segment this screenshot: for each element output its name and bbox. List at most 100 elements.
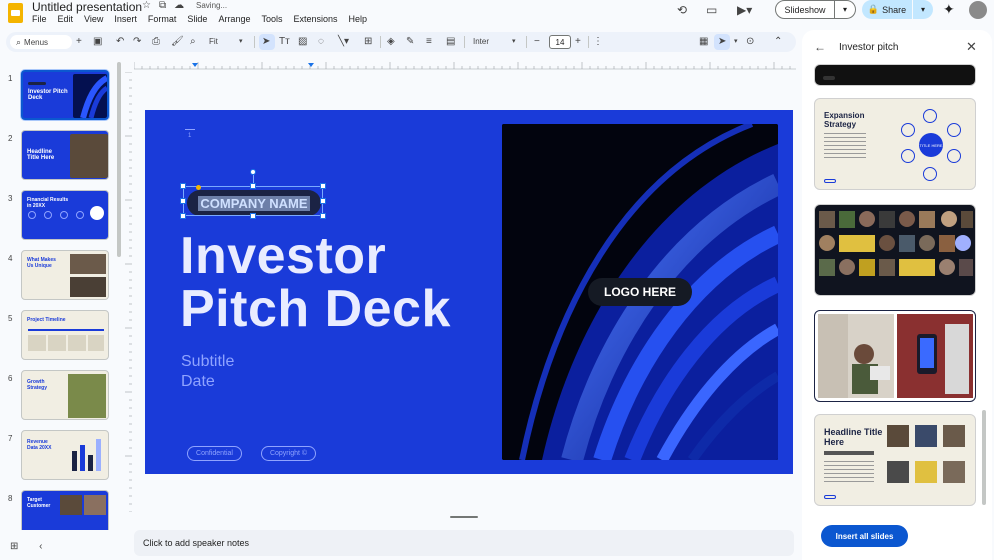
paint-format-icon[interactable]: 🖌 xyxy=(171,35,184,49)
more-options-icon[interactable]: ⋮ xyxy=(593,35,603,49)
redo-icon[interactable]: ↷ xyxy=(133,35,141,49)
filmstrip-slide-5[interactable]: 5 Project Timeline xyxy=(0,310,124,370)
star-icon[interactable]: ☆ xyxy=(142,0,151,11)
layout-icon[interactable]: ▣ xyxy=(93,35,102,49)
filmstrip-slide-4[interactable]: 4 What Makes Us Unique xyxy=(0,250,124,310)
share-button[interactable]: 🔒 Share xyxy=(862,0,912,19)
back-arrow-icon[interactable]: ← xyxy=(814,40,826,54)
resize-handle[interactable] xyxy=(320,183,326,189)
slide-thumbnail[interactable]: What Makes Us Unique xyxy=(21,250,109,300)
collapse-up-icon[interactable]: ⌃ xyxy=(774,35,782,49)
filmstrip-slide-3[interactable]: 3 Financial Results in 20XX xyxy=(0,190,124,250)
history-icon[interactable]: ⟲ xyxy=(677,3,687,17)
side-panel-scrollbar[interactable] xyxy=(982,410,986,505)
insert-all-slides-button[interactable]: Insert all slides xyxy=(821,525,908,547)
filmstrip-slide-1[interactable]: 1 Investor Pitch Deck xyxy=(0,70,124,130)
increase-font-icon[interactable]: + xyxy=(575,35,581,49)
menu-insert[interactable]: Insert xyxy=(114,14,137,24)
zoom-select[interactable]: Fit xyxy=(209,37,218,46)
shape-icon[interactable]: ◌ xyxy=(318,35,324,49)
filmstrip-slide-6[interactable]: 6 Growth Strategy xyxy=(0,370,124,430)
template-card-photo-grid[interactable] xyxy=(814,204,976,296)
vertical-ruler[interactable] xyxy=(123,72,133,512)
image-icon[interactable]: ▨ xyxy=(298,35,307,49)
background-image-icon[interactable]: ▦ xyxy=(699,35,708,49)
border-dash-icon[interactable]: ▤ xyxy=(446,35,455,49)
resize-handle[interactable] xyxy=(180,183,186,189)
decrease-font-icon[interactable]: − xyxy=(534,35,540,49)
comment-add-icon[interactable]: ⊞ xyxy=(364,35,372,49)
menu-view[interactable]: View xyxy=(84,14,103,24)
slideshow-button[interactable]: Slideshow xyxy=(775,0,835,19)
slideshow-dropdown-button[interactable]: ▾ xyxy=(835,0,856,19)
font-size-input[interactable]: 14 xyxy=(549,35,571,49)
meet-video-icon[interactable]: ▶▾ xyxy=(737,3,752,17)
menu-arrange[interactable]: Arrange xyxy=(218,14,250,24)
close-icon[interactable]: ✕ xyxy=(966,39,977,55)
chevron-down-icon[interactable]: ▾ xyxy=(239,35,243,49)
resize-handle[interactable] xyxy=(320,213,326,219)
horizontal-ruler[interactable] xyxy=(134,60,796,70)
resize-handle[interactable] xyxy=(250,213,256,219)
resize-handle[interactable] xyxy=(320,198,326,204)
adjust-handle[interactable] xyxy=(196,185,201,190)
template-card-photo-pair[interactable] xyxy=(814,310,976,402)
move-folder-icon[interactable]: ⧉ xyxy=(159,0,166,11)
fill-color-icon[interactable]: ◈ xyxy=(387,35,395,49)
filmstrip-slide-2[interactable]: 2 Headline Title Here xyxy=(0,130,124,190)
add-slide-icon[interactable]: + xyxy=(76,35,82,49)
slide-thumbnail[interactable]: Growth Strategy xyxy=(21,370,109,420)
slide-canvas[interactable]: 1 COMPANY NAME Investor Pitch Deck Subti… xyxy=(145,110,793,474)
motion-icon[interactable]: ⊙ xyxy=(746,35,754,49)
template-card-partial[interactable] xyxy=(814,64,976,86)
hero-abstract-image[interactable]: LOGO HERE xyxy=(502,124,778,460)
slide-thumbnail[interactable]: Financial Results in 20XX xyxy=(21,190,109,240)
collapse-filmstrip-icon[interactable]: ‹ xyxy=(39,541,42,552)
slide-thumbnail[interactable]: Investor Pitch Deck xyxy=(21,70,109,120)
slide-thumbnail[interactable]: Headline Title Here xyxy=(21,130,109,180)
text-box-icon[interactable]: Tт xyxy=(279,35,290,49)
menu-file[interactable]: File xyxy=(32,14,47,24)
zoom-icon[interactable]: ⌕ xyxy=(190,35,196,49)
copyright-pill[interactable]: Copyright © xyxy=(261,446,316,461)
chevron-down-icon[interactable]: ▾ xyxy=(512,35,516,49)
menu-tools[interactable]: Tools xyxy=(261,14,282,24)
resize-handle[interactable] xyxy=(180,198,186,204)
template-card-expansion[interactable]: Expansion Strategy TITLE HERE xyxy=(814,98,976,190)
menu-extensions[interactable]: Extensions xyxy=(293,14,337,24)
menu-format[interactable]: Format xyxy=(148,14,177,24)
document-title[interactable]: Untitled presentation xyxy=(32,0,142,14)
avatar[interactable] xyxy=(969,1,987,19)
line-icon[interactable]: ╲▾ xyxy=(338,35,349,49)
border-weight-icon[interactable]: ≡ xyxy=(426,35,432,49)
undo-icon[interactable]: ↶ xyxy=(116,35,124,49)
slide-subtitle[interactable]: Subtitle Date xyxy=(181,352,234,392)
filmstrip-slide-8[interactable]: 8 Target Customer xyxy=(0,490,124,530)
border-color-icon[interactable]: ✎ xyxy=(406,35,414,49)
select-cursor-icon[interactable]: ➤ xyxy=(262,35,270,49)
slide-thumbnail[interactable]: Project Timeline xyxy=(21,310,109,360)
filmstrip-scrollbar[interactable] xyxy=(117,62,121,257)
menu-slide[interactable]: Slide xyxy=(187,14,207,24)
print-icon[interactable]: ⎙ xyxy=(152,35,160,49)
gemini-sparkle-icon[interactable]: ✦ xyxy=(943,1,955,18)
filmstrip-slide-7[interactable]: 7 Revenue Data 20XX xyxy=(0,430,124,490)
resize-handle[interactable] xyxy=(180,213,186,219)
pointer-mode-icon[interactable]: ➤ xyxy=(718,35,726,49)
slides-logo-icon[interactable] xyxy=(8,3,23,23)
grid-view-icon[interactable]: ⊞ xyxy=(10,541,18,552)
resize-handle[interactable] xyxy=(250,183,256,189)
slide-title[interactable]: Investor Pitch Deck xyxy=(180,230,451,336)
menus-search[interactable]: ⌕ Menus xyxy=(10,35,72,49)
menu-help[interactable]: Help xyxy=(349,14,368,24)
comments-icon[interactable]: ▭ xyxy=(706,3,717,17)
chevron-down-icon[interactable]: ▾ xyxy=(734,35,738,49)
notes-resize-handle[interactable] xyxy=(450,516,478,518)
slide-thumbnail[interactable]: Target Customer xyxy=(21,490,109,530)
cloud-status-icon[interactable]: ☁ xyxy=(174,0,184,11)
speaker-notes[interactable]: Click to add speaker notes xyxy=(134,530,794,556)
menu-edit[interactable]: Edit xyxy=(58,14,74,24)
slide-thumbnail[interactable]: Revenue Data 20XX xyxy=(21,430,109,480)
confidential-pill[interactable]: Confidential xyxy=(187,446,242,461)
share-dropdown-button[interactable]: ▾ xyxy=(913,0,933,19)
